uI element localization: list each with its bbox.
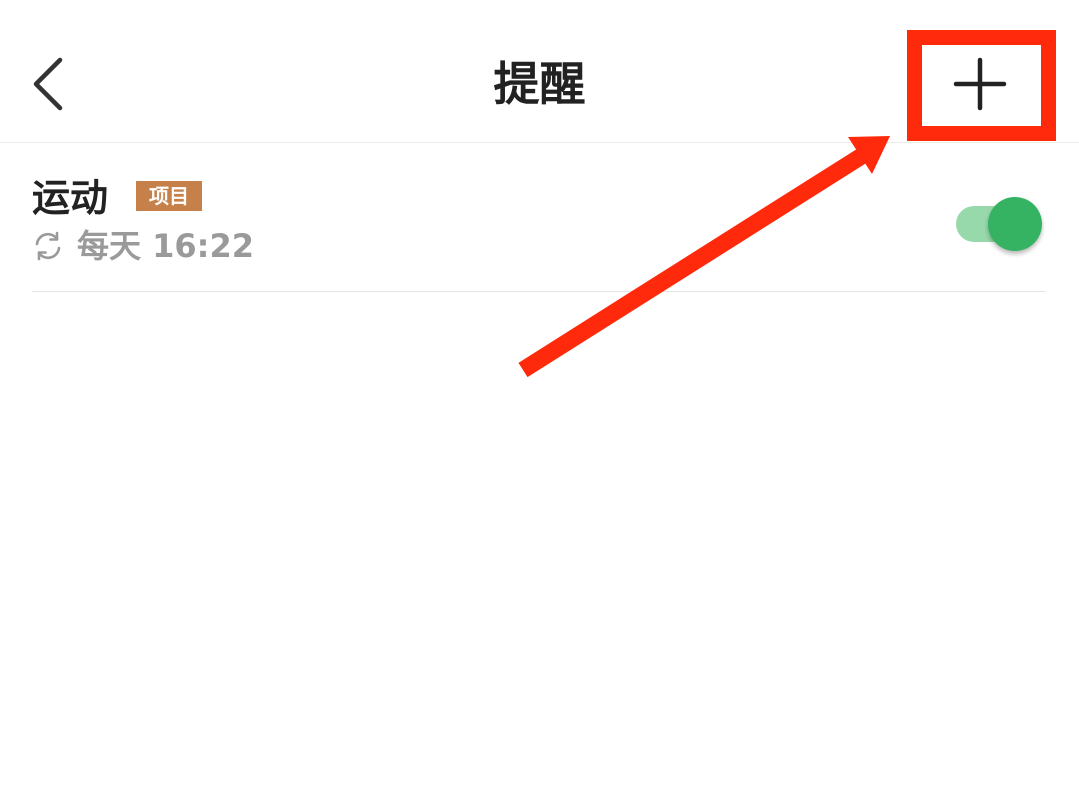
- page-title: 提醒: [493, 57, 586, 111]
- top-bar: 提醒: [0, 0, 1079, 143]
- add-reminder-button[interactable]: [938, 44, 1022, 128]
- schedule-text: 每天 16:22: [77, 227, 255, 265]
- toggle-knob: [988, 197, 1042, 251]
- reminder-title: 运动: [32, 176, 109, 220]
- reminder-enable-toggle[interactable]: [954, 189, 1046, 251]
- category-tag-badge: 项目: [136, 181, 202, 211]
- repeat-icon: [35, 231, 61, 261]
- reminder-list-item[interactable]: 运动 项目 每天 16:22: [32, 144, 1046, 292]
- plus-icon: [953, 57, 1007, 111]
